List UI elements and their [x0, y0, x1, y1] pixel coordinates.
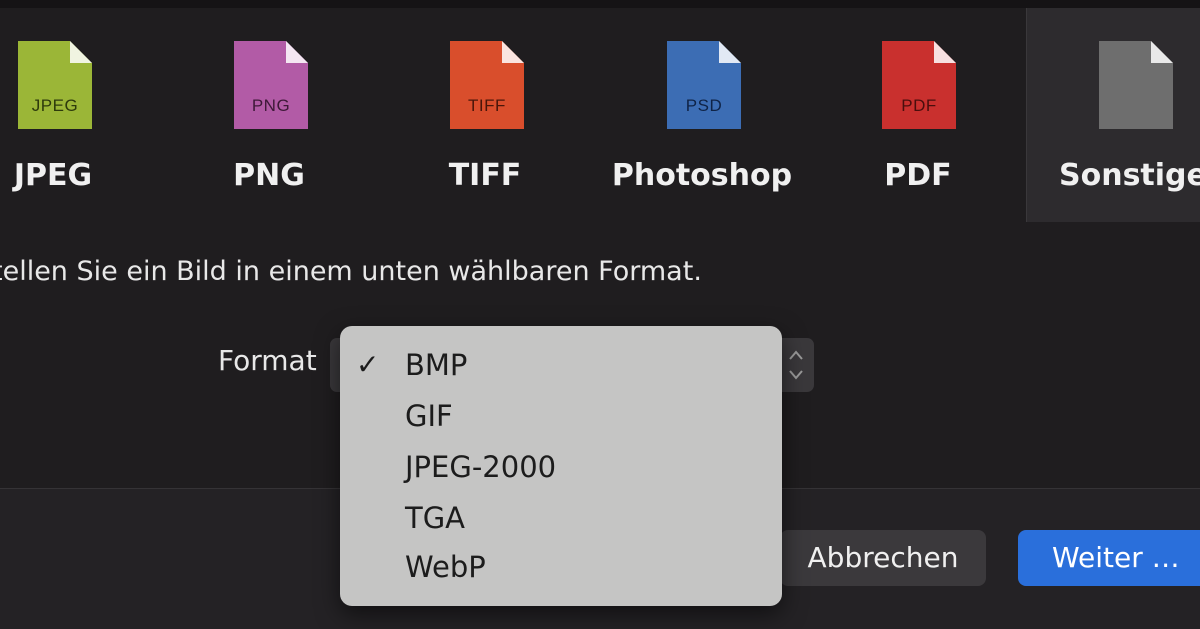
menu-item-label: TGA — [405, 501, 466, 535]
format-toolbar: JPEG JPEG PNG PNG TIFF TIFF PSD Photosho… — [0, 8, 1200, 222]
tiff-icon-label: TIFF — [468, 96, 506, 115]
select-arrows-icon — [786, 344, 806, 386]
checkmark-icon: ✓ — [356, 348, 380, 381]
menu-item-gif[interactable]: GIF — [340, 390, 782, 442]
format-button-jpeg[interactable]: JPEG JPEG — [0, 8, 161, 222]
format-label: Format — [218, 344, 317, 377]
format-button-pdf[interactable]: PDF PDF — [810, 8, 1026, 222]
format-dropdown-menu: ✓ BMP GIF JPEG-2000 TGA WebP — [340, 326, 782, 606]
cancel-button[interactable]: Abbrechen — [780, 530, 986, 586]
jpeg-file-icon: JPEG — [18, 41, 92, 129]
continue-button[interactable]: Weiter … — [1018, 530, 1200, 586]
pdf-icon-label: PDF — [901, 96, 937, 115]
menu-item-label: BMP — [405, 348, 468, 382]
format-name-tiff: TIFF — [448, 158, 522, 193]
tiff-file-icon: TIFF — [450, 41, 524, 129]
menu-item-label: WebP — [405, 550, 486, 584]
menu-item-label: JPEG-2000 — [405, 450, 557, 484]
menu-item-tga[interactable]: TGA — [340, 492, 782, 544]
menu-item-jpeg-2000[interactable]: JPEG-2000 — [340, 441, 782, 493]
png-file-icon: PNG — [234, 41, 308, 129]
psd-file-icon: PSD — [667, 41, 741, 129]
menu-item-bmp[interactable]: ✓ BMP — [340, 339, 782, 391]
format-button-sonstige[interactable]: Sonstige — [1026, 8, 1200, 222]
format-name-png: PNG — [233, 158, 305, 193]
format-button-photoshop[interactable]: PSD Photoshop — [594, 8, 810, 222]
format-name-sonstige: Sonstige — [1059, 158, 1200, 193]
generic-file-icon — [1099, 41, 1173, 129]
menu-item-label: GIF — [405, 399, 453, 433]
pdf-file-icon: PDF — [882, 41, 956, 129]
menu-item-webp[interactable]: WebP — [340, 541, 782, 593]
psd-icon-label: PSD — [685, 96, 723, 115]
top-strip — [0, 0, 1200, 8]
format-button-tiff[interactable]: TIFF TIFF — [377, 8, 593, 222]
format-name-photoshop: Photoshop — [611, 158, 793, 193]
jpeg-icon-label: JPEG — [31, 96, 79, 115]
format-name-jpeg: JPEG — [13, 158, 93, 193]
format-name-pdf: PDF — [884, 158, 952, 193]
description-text: tellen Sie ein Bild in einem unten wählb… — [0, 256, 702, 287]
format-button-png[interactable]: PNG PNG — [161, 8, 377, 222]
png-icon-label: PNG — [251, 96, 291, 115]
